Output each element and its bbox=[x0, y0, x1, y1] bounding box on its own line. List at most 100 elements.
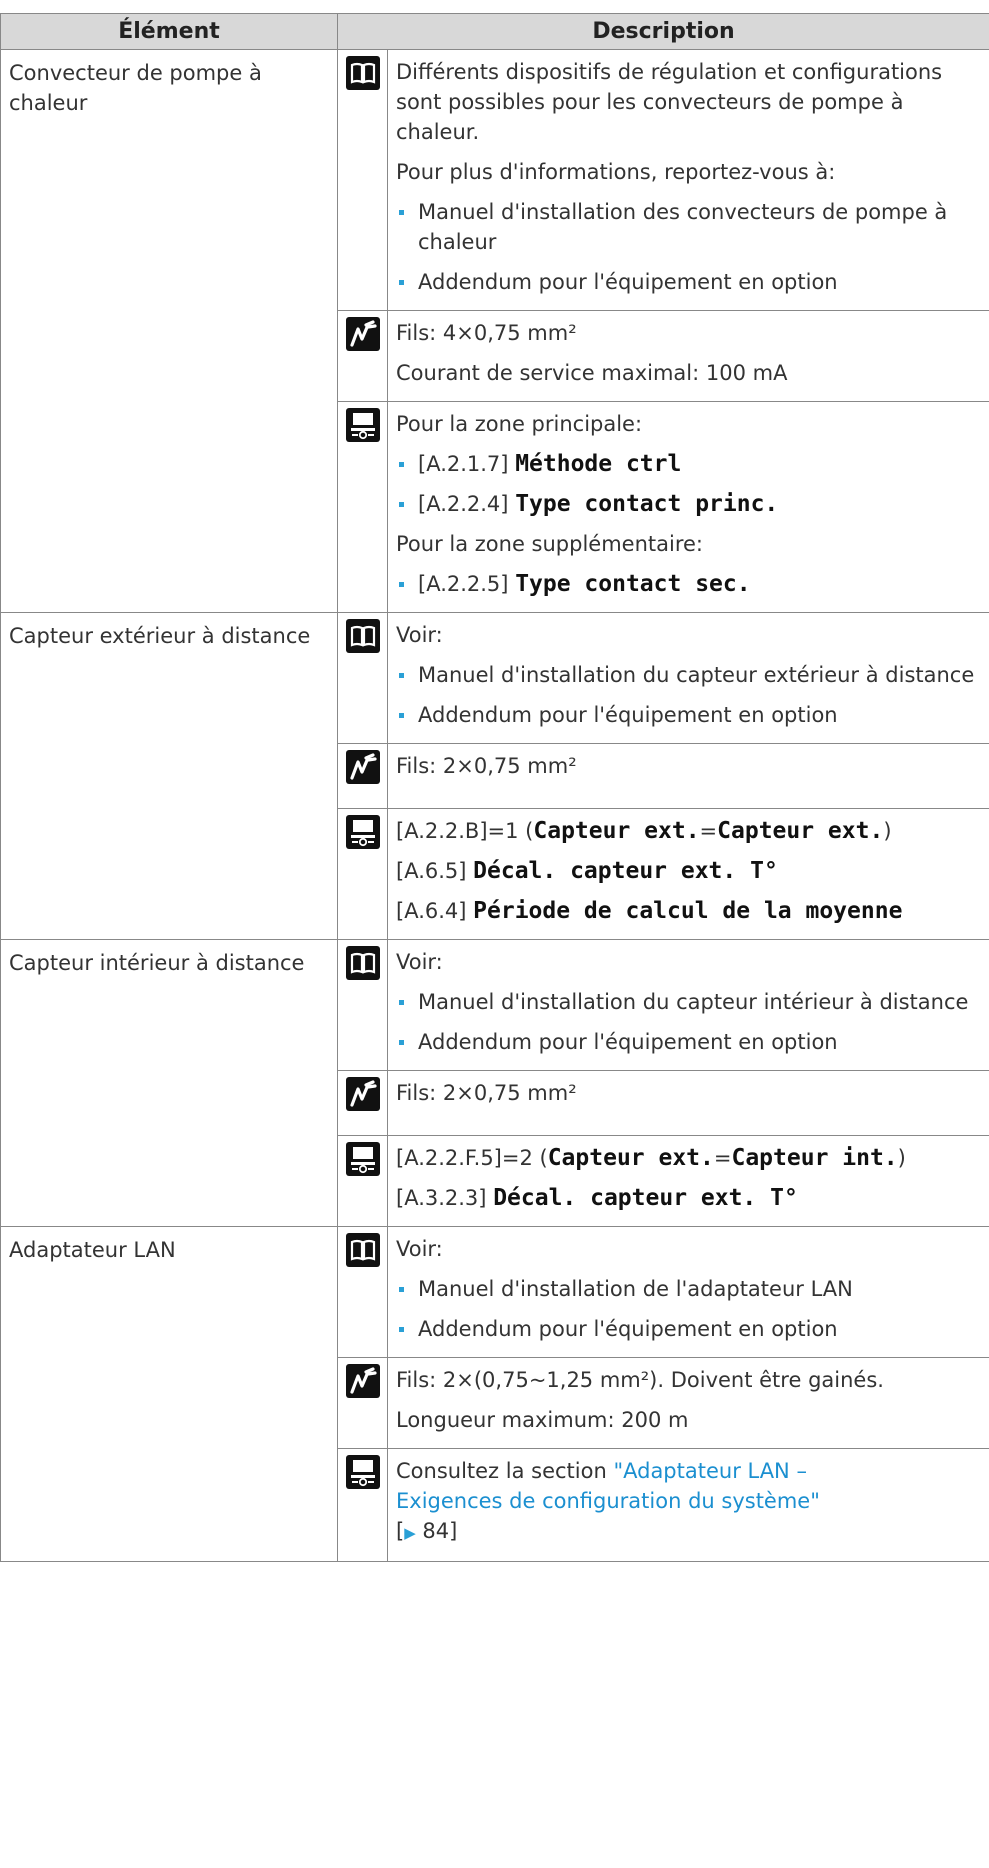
equals: = bbox=[699, 819, 718, 843]
wire-icon bbox=[345, 1364, 380, 1398]
list-item: Addendum pour l'équipement en option bbox=[396, 264, 981, 304]
icon-cell bbox=[337, 808, 388, 940]
list-item: Manuel d'installation du capteur intérie… bbox=[396, 984, 981, 1024]
icon-cell bbox=[337, 939, 388, 1071]
open-book-icon bbox=[345, 946, 380, 980]
equals: = bbox=[713, 1146, 732, 1170]
setting-name: Capteur ext. bbox=[533, 818, 700, 844]
wire-icon bbox=[345, 317, 380, 351]
paragraph: Courant de service maximal: 100 mA bbox=[396, 361, 788, 385]
table-row: Capteur extérieur à distance Voir: Manue… bbox=[0, 612, 989, 940]
icon-cell bbox=[337, 1226, 388, 1358]
list-item: Manuel d'installation des convecteurs de… bbox=[396, 194, 981, 264]
open-book-icon bbox=[345, 1233, 380, 1267]
paren-close: ) bbox=[897, 1146, 906, 1170]
setting-name: Méthode ctrl bbox=[515, 451, 682, 477]
manual-cell: Différents dispositifs de régulation et … bbox=[386, 49, 989, 311]
icon-cell bbox=[337, 310, 388, 402]
settings-cell: [A.2.2.F.5]=2 (Capteur ext.=Capteur int.… bbox=[386, 1135, 989, 1227]
setting-name: Décal. capteur ext. T° bbox=[473, 858, 778, 884]
settings-cell: Pour la zone principale: [A.2.1.7] Métho… bbox=[386, 401, 989, 613]
table-row: Convecteur de pompe à chaleur Différents… bbox=[0, 49, 989, 613]
setting-code: [A.2.2.5] bbox=[418, 572, 509, 596]
table-row: Adaptateur LAN Voir: Manuel d'installati… bbox=[0, 1226, 989, 1562]
icon-cell bbox=[337, 612, 388, 744]
paragraph: Fils: 2×0,75 mm² bbox=[396, 1081, 577, 1105]
icon-cell bbox=[337, 49, 388, 311]
icon-cell bbox=[337, 401, 388, 613]
icon-cell bbox=[337, 1135, 388, 1227]
list-item: Addendum pour l'équipement en option bbox=[396, 1311, 981, 1351]
list-item: [A.2.2.5] Type contact sec. bbox=[396, 566, 981, 606]
reference-prefix: Consultez la section bbox=[396, 1459, 614, 1483]
paragraph: [A.6.5] Décal. capteur ext. T° bbox=[396, 853, 981, 893]
paragraph: [A.2.2.B]=1 (Capteur ext.=Capteur ext.) bbox=[396, 813, 981, 853]
user-interface-controller-icon bbox=[345, 1142, 380, 1176]
wire-icon bbox=[345, 750, 380, 784]
table-header-row: Élément Description bbox=[0, 13, 989, 50]
list-item: Manuel d'installation de l'adaptateur LA… bbox=[396, 1271, 981, 1311]
manual-cell: Voir: Manuel d'installation de l'adaptat… bbox=[386, 1226, 989, 1358]
item-name: Convecteur de pompe à chaleur bbox=[0, 49, 338, 613]
setting-name: Type contact princ. bbox=[515, 491, 779, 517]
header-description: Description bbox=[336, 13, 989, 50]
paragraph: [A.2.2.F.5]=2 (Capteur ext.=Capteur int.… bbox=[396, 1140, 981, 1180]
setting-value: Capteur ext. bbox=[717, 818, 884, 844]
paragraph: Différents dispositifs de régulation et … bbox=[396, 60, 943, 144]
wiring-cell: Fils: 4×0,75 mm² Courant de service maxi… bbox=[386, 310, 989, 402]
user-interface-controller-icon bbox=[345, 408, 380, 442]
ref-open: [ bbox=[396, 1519, 405, 1543]
paragraph: Pour la zone principale: bbox=[396, 412, 643, 436]
paragraph: Fils: 2×(0,75~1,25 mm²). Doivent être ga… bbox=[396, 1368, 884, 1392]
ref-close: ] bbox=[449, 1519, 458, 1543]
settings-cell: [A.2.2.B]=1 (Capteur ext.=Capteur ext.) … bbox=[386, 808, 989, 940]
setting-code: [A.6.5] bbox=[396, 859, 467, 883]
item-name: Capteur extérieur à distance bbox=[0, 612, 338, 940]
list-item: Addendum pour l'équipement en option bbox=[396, 1024, 981, 1064]
setting-code: [A.6.4] bbox=[396, 899, 467, 923]
user-interface-controller-icon bbox=[345, 815, 380, 849]
list-item: Manuel d'installation du capteur extérie… bbox=[396, 657, 981, 697]
wiring-cell: Fils: 2×0,75 mm² bbox=[386, 743, 989, 809]
paragraph: [A.3.2.3] Décal. capteur ext. T° bbox=[396, 1180, 981, 1220]
setting-name: Décal. capteur ext. T° bbox=[493, 1185, 798, 1211]
user-interface-controller-icon bbox=[345, 1455, 380, 1489]
components-table: Élément Description Convecteur de pompe … bbox=[0, 13, 989, 1562]
page-number: 84 bbox=[415, 1519, 450, 1543]
paragraph: Consultez la section "Adaptateur LAN – E… bbox=[396, 1453, 981, 1555]
setting-code: [A.3.2.3] bbox=[396, 1186, 487, 1210]
setting-code: [A.2.2.F.5]=2 ( bbox=[396, 1146, 548, 1170]
setting-code: [A.2.1.7] bbox=[418, 452, 509, 476]
paragraph: Voir: bbox=[396, 1237, 443, 1261]
paragraph: Fils: 4×0,75 mm² bbox=[396, 321, 577, 345]
paren-close: ) bbox=[883, 819, 892, 843]
list-item: Addendum pour l'équipement en option bbox=[396, 697, 981, 737]
header-element: Élément bbox=[0, 13, 338, 50]
manual-cell: Voir: Manuel d'installation du capteur e… bbox=[386, 612, 989, 744]
wire-icon bbox=[345, 1077, 380, 1111]
paragraph: Pour plus d'informations, reportez-vous … bbox=[396, 160, 836, 184]
setting-code: [A.2.2.4] bbox=[418, 492, 509, 516]
paragraph: Fils: 2×0,75 mm² bbox=[396, 754, 577, 778]
open-book-icon bbox=[345, 56, 380, 90]
open-book-icon bbox=[345, 619, 380, 653]
table-row: Capteur intérieur à distance Voir: Manue… bbox=[0, 939, 989, 1227]
wiring-cell: Fils: 2×0,75 mm² bbox=[386, 1070, 989, 1136]
manual-cell: Voir: Manuel d'installation du capteur i… bbox=[386, 939, 989, 1071]
paragraph: [A.6.4] Période de calcul de la moyenne bbox=[396, 893, 981, 933]
list-item: [A.2.1.7] Méthode ctrl bbox=[396, 446, 981, 486]
wiring-cell: Fils: 2×(0,75~1,25 mm²). Doivent être ga… bbox=[386, 1357, 989, 1449]
icon-cell bbox=[337, 743, 388, 809]
page-arrow-icon: ▶ bbox=[404, 1524, 416, 1542]
setting-name: Type contact sec. bbox=[515, 571, 751, 597]
icon-cell bbox=[337, 1357, 388, 1449]
paragraph: Voir: bbox=[396, 950, 443, 974]
setting-name: Capteur ext. bbox=[547, 1145, 714, 1171]
paragraph: Longueur maximum: 200 m bbox=[396, 1408, 689, 1432]
paragraph: Voir: bbox=[396, 623, 443, 647]
setting-code: [A.2.2.B]=1 ( bbox=[396, 819, 534, 843]
list-item: [A.2.2.4] Type contact princ. bbox=[396, 486, 981, 526]
item-name: Adaptateur LAN bbox=[0, 1226, 338, 1562]
settings-cell: Consultez la section "Adaptateur LAN – E… bbox=[386, 1448, 989, 1562]
setting-name: Période de calcul de la moyenne bbox=[473, 898, 903, 924]
